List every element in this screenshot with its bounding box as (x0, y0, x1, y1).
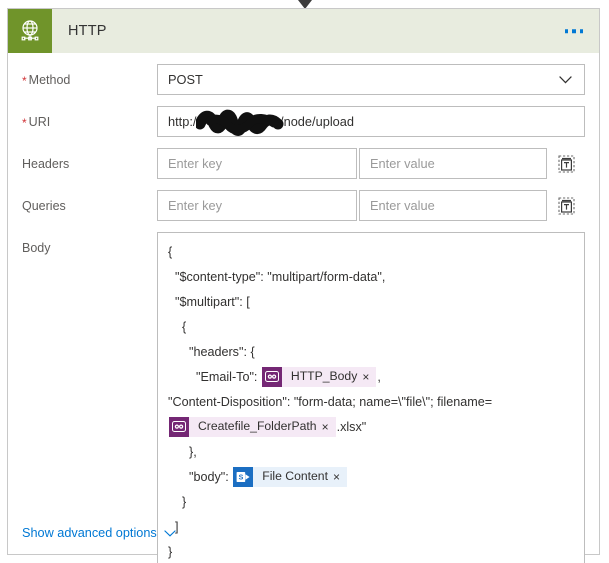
headers-value-input[interactable]: Enter value (359, 148, 547, 179)
menu-dot (564, 29, 568, 33)
card-body: * Method POST * URI http:// /node/upload… (8, 64, 599, 563)
body-line-email-to: "Email-To": HTTP_Body ×, (168, 365, 574, 390)
chevron-down-icon (163, 529, 176, 537)
method-label: * Method (22, 64, 157, 88)
headers-keyvalue-pair: Enter key Enter value (157, 148, 547, 179)
queries-keyvalue-pair: Enter key Enter value (157, 190, 547, 221)
card-title: HTTP (68, 23, 107, 39)
flow-token-icon (169, 416, 189, 437)
headers-control: Enter key Enter value (157, 148, 585, 179)
body-line: "$multipart": [ (168, 295, 250, 309)
body-line-text: "Content-Disposition": "form-data; name=… (168, 395, 493, 409)
token-chip-label: File Content (262, 469, 328, 484)
svg-text:S: S (238, 474, 243, 481)
body-line-body-token: "body": S File Content × (168, 465, 574, 490)
uri-label: * URI (22, 106, 157, 130)
uri-redaction-mark (196, 109, 284, 136)
body-control: { "$content-type": "multipart/form-data"… (157, 232, 585, 563)
body-line-content-disposition: "Content-Disposition": "form-data; name=… (168, 390, 574, 440)
queries-label: Queries (22, 199, 66, 213)
sharepoint-token-icon: S (233, 466, 254, 487)
required-asterisk: * (22, 116, 27, 130)
card-header[interactable]: HTTP (8, 9, 599, 53)
body-line: "$content-type": "multipart/form-data", (168, 270, 386, 284)
http-action-card-screen: HTTP * Method POST * URI http:// /node/u… (0, 0, 609, 563)
show-advanced-options-button[interactable]: Show advanced options (22, 526, 176, 540)
menu-dot (572, 29, 576, 33)
field-row-uri: * URI http:///node/upload (8, 106, 599, 137)
method-dropdown[interactable]: POST (157, 64, 585, 95)
queries-value-placeholder: Enter value (370, 198, 435, 213)
headers-key-placeholder: Enter key (168, 156, 223, 171)
method-value: POST (168, 72, 203, 87)
show-advanced-options-label: Show advanced options (22, 526, 157, 540)
body-line: ] (168, 520, 179, 534)
body-line: } (168, 545, 173, 559)
body-line-text: .xlsx" (336, 420, 367, 434)
body-line: }, (168, 445, 197, 459)
uri-input[interactable]: http:///node/upload (157, 106, 585, 137)
card-overflow-menu-button[interactable] (563, 23, 586, 39)
queries-switch-to-text-mode-icon[interactable] (547, 190, 585, 221)
chevron-down-icon (559, 75, 572, 84)
method-control: POST (157, 64, 585, 95)
menu-dot (579, 29, 583, 33)
headers-label: Headers (22, 157, 70, 171)
uri-control: http:///node/upload (157, 106, 585, 137)
field-row-queries: Queries Enter key Enter value (8, 190, 599, 221)
body-line-text: , (377, 370, 381, 384)
field-row-body: Body { "$content-type": "multipart/form-… (8, 232, 599, 563)
token-remove-icon[interactable]: × (321, 421, 336, 433)
token-chip-label: HTTP_Body (290, 369, 358, 384)
uri-suffix: /node/upload (280, 114, 355, 129)
body-line: } (168, 495, 187, 509)
token-chip-createfile-folderpath[interactable]: Createfile_FolderPath × (169, 416, 336, 437)
flow-token-icon (261, 366, 282, 387)
required-asterisk: * (22, 74, 27, 88)
token-remove-icon[interactable]: × (361, 371, 376, 383)
token-chip-http-body[interactable]: HTTP_Body × (261, 366, 377, 387)
queries-control: Enter key Enter value (157, 190, 585, 221)
token-remove-icon[interactable]: × (332, 471, 347, 483)
body-line: { (168, 245, 173, 259)
body-line-text: "Email-To": (168, 370, 261, 384)
headers-key-input[interactable]: Enter key (157, 148, 357, 179)
body-line-text: "body": (168, 470, 233, 484)
method-label-text: Method (28, 73, 71, 87)
queries-value-input[interactable]: Enter value (359, 190, 547, 221)
http-action-card: HTTP * Method POST * URI http:// /node/u… (7, 8, 600, 563)
queries-key-input[interactable]: Enter key (157, 190, 357, 221)
headers-value-placeholder: Enter value (370, 156, 435, 171)
uri-label-text: URI (28, 115, 51, 129)
body-label: Body (22, 241, 51, 255)
body-editor[interactable]: { "$content-type": "multipart/form-data"… (157, 232, 585, 563)
token-chip-label: Createfile_FolderPath (198, 419, 317, 434)
body-line: { (168, 320, 187, 334)
globe-network-icon (8, 9, 52, 53)
field-row-headers: Headers Enter key Enter value (8, 148, 599, 179)
headers-switch-to-text-mode-icon[interactable] (547, 148, 585, 179)
field-row-method: * Method POST (8, 64, 599, 95)
queries-key-placeholder: Enter key (168, 198, 223, 213)
body-line: "headers": { (168, 345, 255, 359)
token-chip-file-content[interactable]: S File Content × (233, 466, 347, 487)
